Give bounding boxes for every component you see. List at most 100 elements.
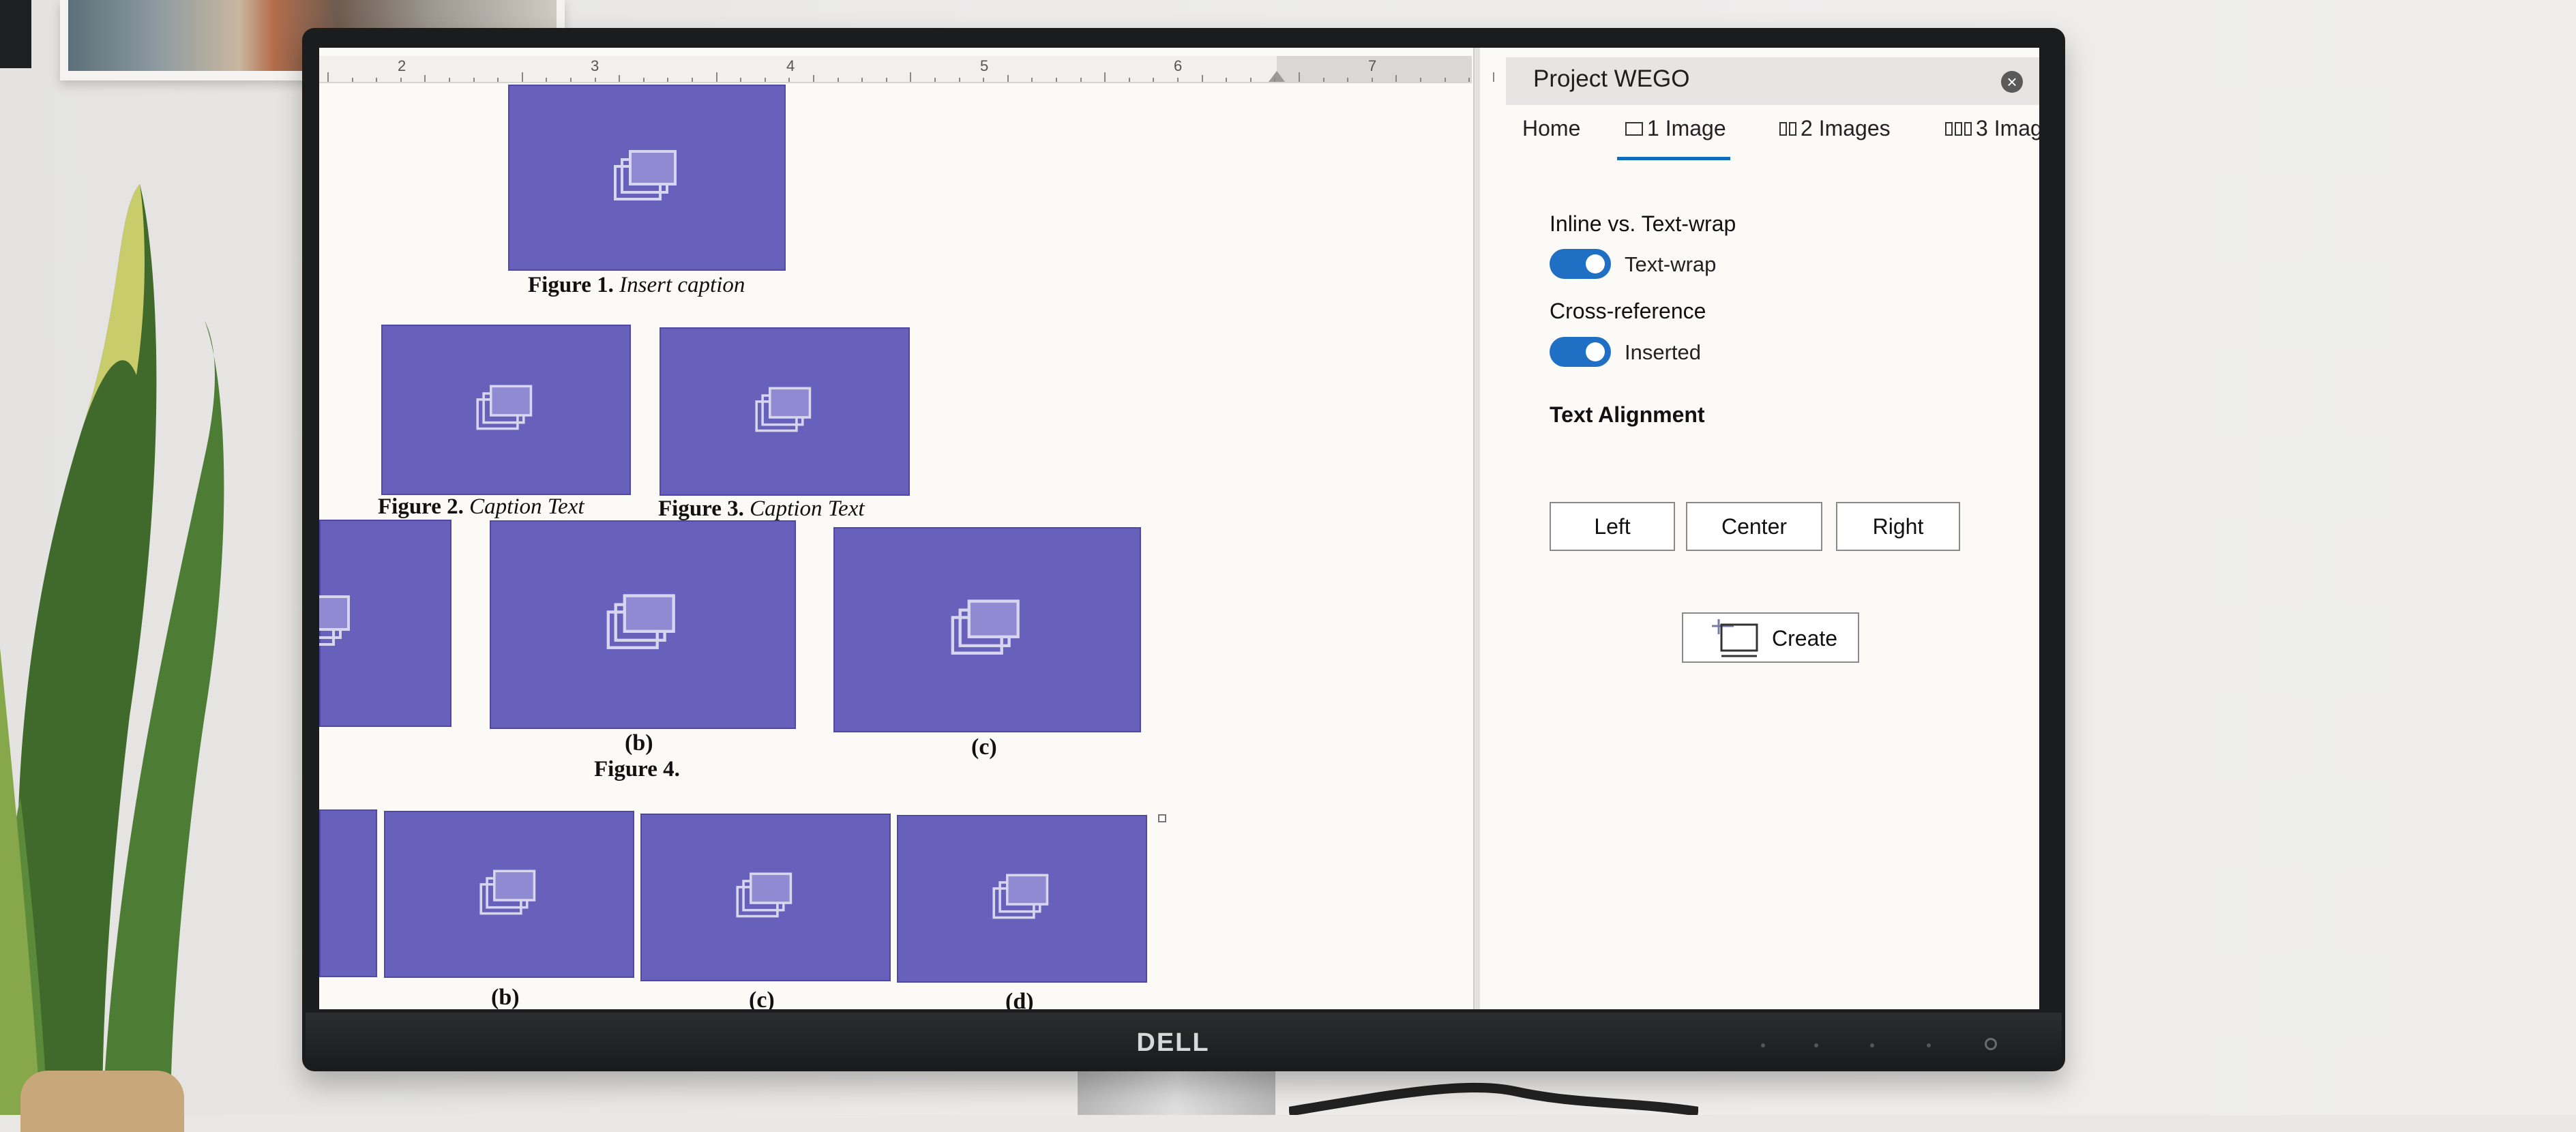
- image-stack-icon: [951, 599, 1020, 655]
- image-placeholder[interactable]: [384, 811, 634, 978]
- ruler-tick: [1080, 78, 1082, 82]
- cross-reference-toggle[interactable]: [1550, 337, 1611, 367]
- ruler-tick: [958, 78, 960, 82]
- image-placeholder[interactable]: [833, 527, 1141, 732]
- power-button-icon[interactable]: [1985, 1038, 1997, 1050]
- ruler-tick: [740, 78, 742, 82]
- active-tab-indicator: [1617, 157, 1730, 160]
- image-placeholder[interactable]: [508, 85, 786, 271]
- ruler-tick: [1153, 78, 1155, 82]
- figure-label: Figure 4.: [594, 757, 680, 781]
- dell-logo: DELL: [1136, 1028, 1210, 1057]
- image-placeholder[interactable]: [640, 814, 891, 981]
- ruler-tick: [837, 78, 839, 82]
- image-placeholder[interactable]: [660, 327, 910, 496]
- ruler-tick: [667, 78, 669, 82]
- ruler-tick: [521, 72, 523, 82]
- cable: [1289, 1082, 1698, 1115]
- ruler-tick: [1299, 72, 1300, 82]
- tab-2-images[interactable]: 2 Images: [1779, 116, 1891, 141]
- image-stack-icon: [613, 149, 677, 200]
- ruler-tick: [351, 78, 353, 82]
- subfigure-label: (b): [491, 985, 520, 1009]
- wall-photo-dark-edge: [0, 0, 31, 68]
- create-figure-icon: [1712, 619, 1758, 657]
- monitor-stand: [1078, 1069, 1275, 1115]
- image-placeholder[interactable]: [319, 809, 377, 977]
- ruler-tick: [1177, 78, 1179, 82]
- monitor-indicator: [1761, 1043, 1765, 1047]
- ruler-tick: [1420, 78, 1421, 82]
- ruler-tick: [497, 78, 499, 82]
- image-stack-icon: [606, 594, 675, 649]
- ruler-tick: [715, 72, 717, 82]
- figure-3-caption: Figure 3. Caption Text: [658, 496, 865, 522]
- ruler-number: 5: [980, 57, 989, 74]
- ruler-tick: [376, 78, 378, 82]
- ruler-tick: [885, 78, 887, 82]
- align-center-button[interactable]: Center: [1686, 502, 1822, 551]
- image-placeholder[interactable]: [897, 815, 1147, 983]
- monitor-indicator: [1927, 1043, 1931, 1047]
- tab-3-images[interactable]: 3 Image: [1945, 116, 2039, 141]
- subfigure-label: (b): [625, 730, 653, 756]
- inline-textwrap-heading: Inline vs. Text-wrap: [1550, 211, 1736, 236]
- single-image-icon: [1625, 121, 1643, 136]
- ruler-tick: [594, 78, 596, 82]
- document-panel-divider[interactable]: [1473, 48, 1480, 1009]
- ruler-number: 2: [398, 57, 406, 74]
- ruler-tick: [1322, 78, 1324, 82]
- ruler-number: 6: [1174, 57, 1183, 74]
- ruler-tick: [1395, 75, 1397, 82]
- align-left-button[interactable]: Left: [1550, 502, 1675, 551]
- ruler-tick: [1347, 78, 1349, 82]
- ruler-tick: [327, 72, 329, 82]
- cross-reference-heading: Cross-reference: [1550, 299, 1706, 323]
- ruler-tick: [1371, 78, 1373, 82]
- image-stack-icon: [476, 385, 533, 430]
- image-placeholder[interactable]: [319, 520, 451, 727]
- ruler-tick: [910, 72, 912, 82]
- cross-reference-toggle-label: Inserted: [1625, 340, 1702, 364]
- tab-label: 1 Image: [1647, 116, 1726, 140]
- figure-label: Figure 1.: [528, 273, 614, 297]
- tab-label: 2 Images: [1801, 116, 1891, 140]
- subfigure-label: (c): [971, 734, 997, 760]
- text-alignment-heading: Text Alignment: [1550, 402, 1705, 427]
- subfigure-label: (c): [749, 987, 775, 1009]
- tab-1-image[interactable]: 1 Image: [1625, 116, 1726, 141]
- wego-task-pane: Project WEGO × Home 1 Image 2 Images 3 I…: [1506, 57, 2039, 1009]
- figure-1-caption: Figure 1. Insert caption: [528, 273, 745, 298]
- image-stack-icon: [754, 387, 811, 432]
- ruler-number: 7: [1368, 57, 1377, 74]
- ruler-tick: [473, 78, 475, 82]
- caption-text: Insert caption: [619, 273, 745, 297]
- three-images-icon: [1945, 121, 1972, 136]
- ruler-tick: [983, 78, 985, 82]
- ruler-tick: [1031, 78, 1033, 82]
- image-stack-icon: [992, 874, 1048, 919]
- ruler-tick: [1444, 78, 1446, 82]
- snake-plant: [0, 184, 224, 1115]
- figure-4-caption: Figure 4.: [594, 757, 680, 782]
- image-placeholder[interactable]: [490, 520, 796, 729]
- close-icon[interactable]: ×: [2001, 71, 2023, 93]
- ruler-tick: [813, 75, 814, 82]
- ruler-tick: [1104, 72, 1106, 82]
- create-button[interactable]: Create: [1682, 612, 1859, 663]
- image-placeholder[interactable]: [381, 325, 631, 495]
- image-stack-icon: [479, 869, 535, 914]
- ruler-tick: [546, 78, 548, 82]
- textwrap-toggle[interactable]: [1550, 249, 1611, 279]
- tab-home[interactable]: Home: [1522, 116, 1580, 141]
- ruler-tick: [1056, 78, 1057, 82]
- ruler-tick: [1249, 78, 1252, 82]
- ruler-tick: [424, 75, 426, 82]
- horizontal-ruler: 2 3 4 5 6 7: [319, 56, 1762, 83]
- resize-handle[interactable]: [1158, 814, 1166, 822]
- ruler-indent-marker[interactable]: [1269, 71, 1285, 82]
- ruler-tick: [1007, 75, 1009, 82]
- subfigure-label: (d): [1005, 989, 1034, 1009]
- align-right-button[interactable]: Right: [1836, 502, 1960, 551]
- tab-label: Home: [1522, 116, 1581, 140]
